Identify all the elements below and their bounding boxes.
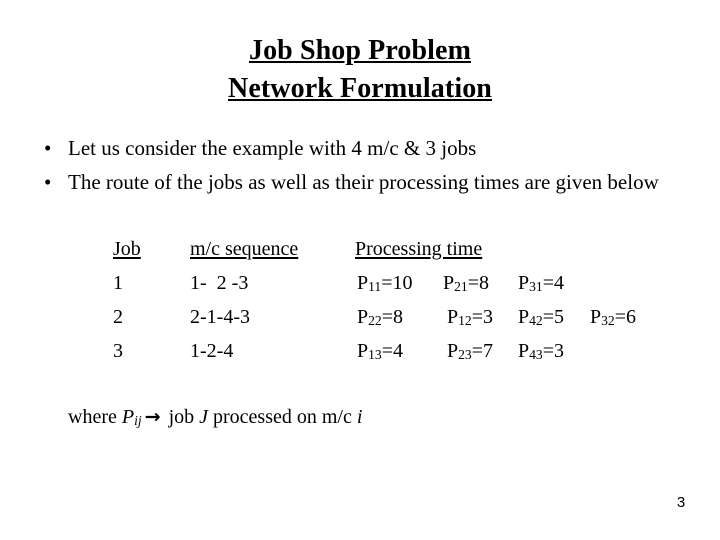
cell-processing-time: P23=7 <box>447 334 493 370</box>
table-row: 3 1-2-4 P13=4 P23=7 P43=3 <box>0 334 720 368</box>
p-value: 5 <box>554 306 564 328</box>
table-header-row: Job m/c sequence Processing time <box>0 232 720 266</box>
p-subscript: 21 <box>454 278 468 294</box>
cell-job: 3 <box>113 340 123 362</box>
p-value: 4 <box>554 272 564 294</box>
p-equals: = <box>614 306 626 328</box>
note-job-variable: J <box>199 406 209 428</box>
p-symbol: P <box>518 272 530 294</box>
right-arrow-icon: → <box>144 406 161 428</box>
p-value: 8 <box>479 272 489 294</box>
title-line-2: Network Formulation <box>228 73 492 104</box>
p-subscript: 11 <box>368 278 382 294</box>
p-symbol: P <box>357 306 369 328</box>
p-equals: = <box>542 340 554 362</box>
notation-note: where Pij → job J processed on m/c i <box>68 403 362 433</box>
cell-processing-time: P12=3 <box>447 300 493 336</box>
cell-sequence: 2-1-4-3 <box>190 306 250 328</box>
cell-sequence: 1-2-4 <box>190 340 234 362</box>
p-subscript: 42 <box>529 312 543 328</box>
note-machine-variable: i <box>356 406 363 428</box>
p-subscript: 43 <box>529 346 543 362</box>
p-equals: = <box>381 340 393 362</box>
p-value: 6 <box>626 306 636 328</box>
cell-processing-time: P42=5 <box>518 300 564 336</box>
p-value: 7 <box>483 340 493 362</box>
p-equals: = <box>471 340 483 362</box>
bullet-point-icon: • <box>44 136 52 160</box>
p-equals: = <box>542 306 554 328</box>
p-subscript: 22 <box>368 312 382 328</box>
p-subscript: 32 <box>601 312 615 328</box>
p-value: 10 <box>392 272 413 294</box>
p-symbol: P <box>447 306 459 328</box>
table-row: 1 1- 2 -3 P11=10 P21=8 P31=4 <box>0 266 720 300</box>
slide-canvas: Job Shop Problem Network Formulation • L… <box>0 0 720 540</box>
list-item: • Let us consider the example with 4 m/c… <box>38 131 688 165</box>
p-equals: = <box>471 306 483 328</box>
p-value: 4 <box>393 340 403 362</box>
cell-processing-time: P21=8 <box>443 266 489 302</box>
p-subscript: 12 <box>458 312 472 328</box>
bullet-point-icon: • <box>44 170 52 194</box>
cell-job: 2 <box>113 306 123 328</box>
p-subscript: 23 <box>458 346 472 362</box>
p-symbol: P <box>357 272 369 294</box>
p-subscript: 31 <box>529 278 543 294</box>
cell-processing-time: P32=6 <box>590 300 636 336</box>
table-row: 2 2-1-4-3 P22=8 P12=3 P42=5 P32=6 <box>0 300 720 334</box>
list-item-label: The route of the jobs as well as their p… <box>68 170 659 194</box>
list-item: • The route of the jobs as well as their… <box>38 165 688 199</box>
note-prefix: where <box>68 406 122 428</box>
cell-processing-time: P13=4 <box>357 334 403 370</box>
p-symbol: P <box>518 340 530 362</box>
list-item-label: Let us consider the example with 4 m/c &… <box>68 136 477 160</box>
p-equals: = <box>381 306 393 328</box>
cell-processing-time: P22=8 <box>357 300 403 336</box>
p-subscript: 13 <box>368 346 382 362</box>
p-symbol: P <box>590 306 602 328</box>
cell-processing-time: P11=10 <box>357 266 413 302</box>
note-symbol-subscript: ij <box>134 412 142 428</box>
bullet-list: • Let us consider the example with 4 m/c… <box>38 131 688 199</box>
column-header-processing: Processing time <box>355 238 483 260</box>
page-title: Job Shop Problem Network Formulation <box>0 32 720 108</box>
cell-job: 1 <box>113 272 123 294</box>
note-symbol: Pij <box>122 406 142 428</box>
column-header-job: Job <box>113 238 141 260</box>
cell-sequence: 1- 2 -3 <box>190 272 249 294</box>
p-symbol: P <box>518 306 530 328</box>
p-equals: = <box>467 272 479 294</box>
column-header-sequence: m/c sequence <box>190 238 299 260</box>
title-line-1: Job Shop Problem <box>248 35 472 66</box>
p-symbol: P <box>447 340 459 362</box>
cell-processing-time: P31=4 <box>518 266 564 302</box>
p-value: 3 <box>483 306 493 328</box>
note-symbol-letter: P <box>121 406 135 428</box>
job-routing-table: Job m/c sequence Processing time 1 1- 2 … <box>0 232 720 368</box>
cell-processing-time: P43=3 <box>518 334 564 370</box>
note-middle: job <box>163 406 200 428</box>
p-equals: = <box>381 272 393 294</box>
note-suffix: processed on m/c <box>208 406 357 428</box>
p-equals: = <box>542 272 554 294</box>
p-symbol: P <box>357 340 369 362</box>
page-number: 3 <box>676 494 686 511</box>
p-value: 3 <box>554 340 564 362</box>
p-value: 8 <box>393 306 403 328</box>
p-symbol: P <box>443 272 455 294</box>
